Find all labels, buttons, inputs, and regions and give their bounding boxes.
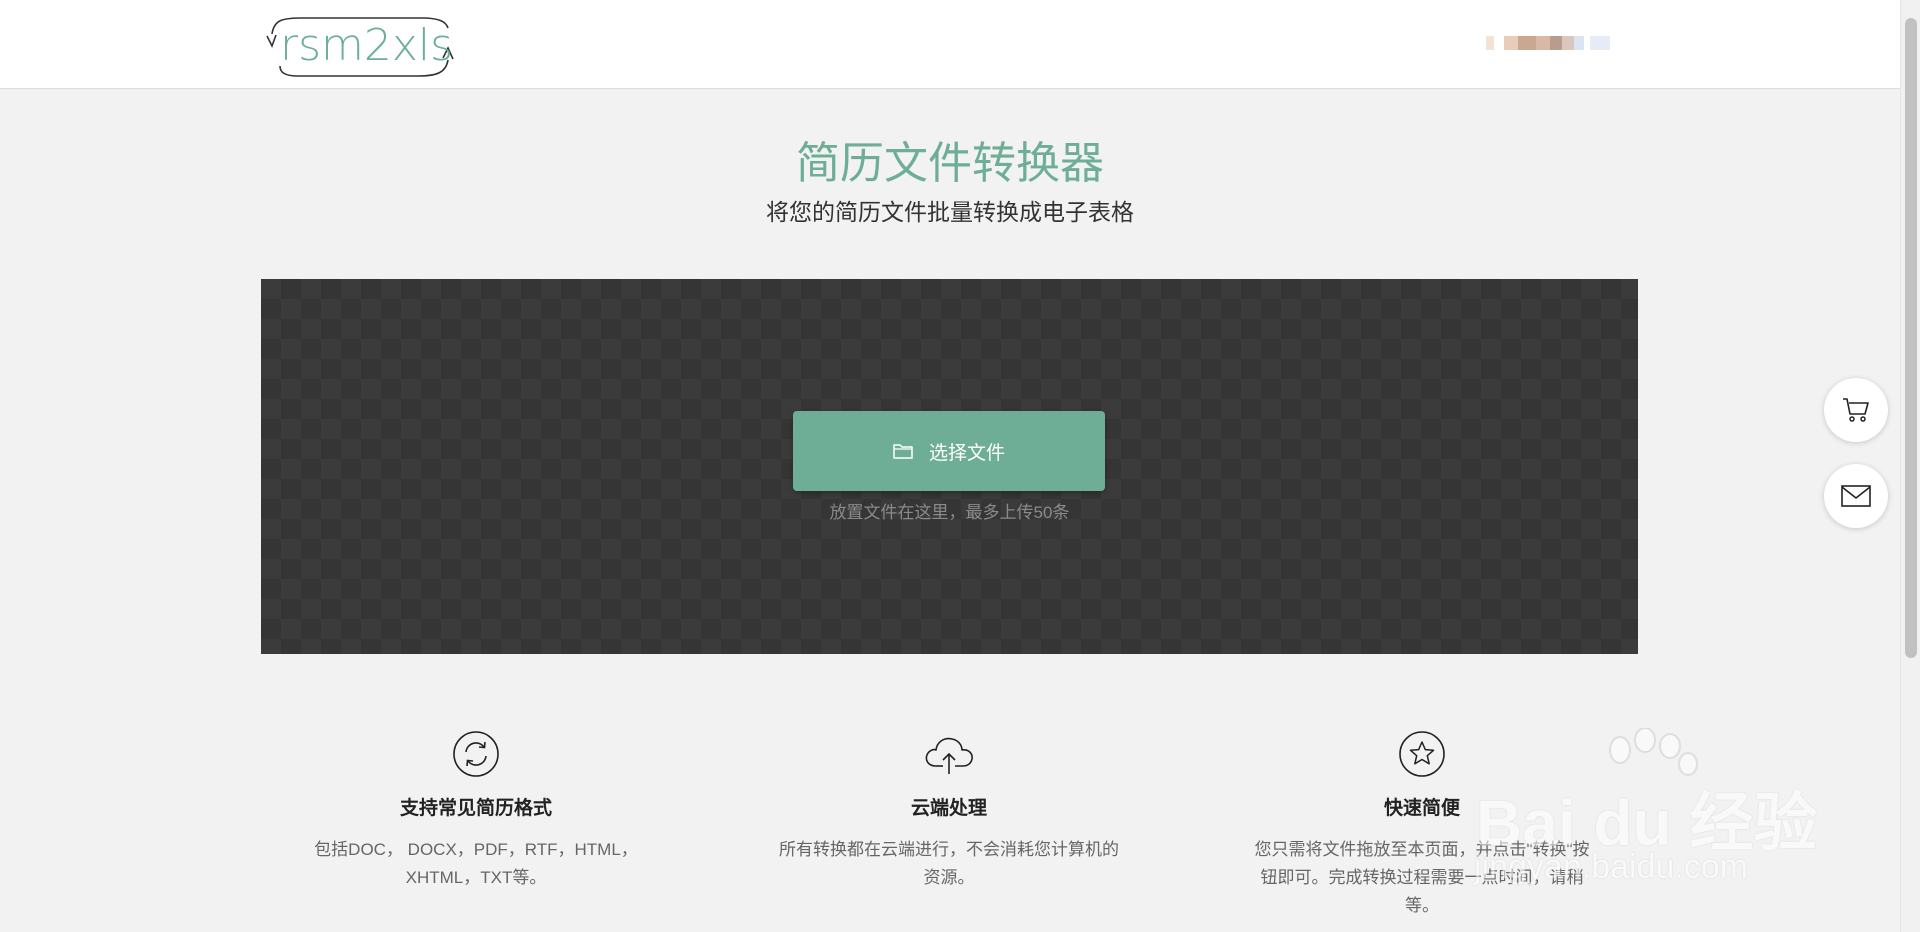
page-scrollbar[interactable] [1900, 0, 1920, 932]
feature-description: 您只需将文件拖放至本页面，并点击"转换"按钮即可。完成转换过程需要一点时间，请稍… [1254, 840, 1590, 915]
feature-title: 云端处理 [910, 798, 987, 819]
cart-button[interactable] [1824, 378, 1888, 442]
feature-description: 所有转换都在云端进行，不会消耗您计算机的资源。 [779, 840, 1119, 887]
folder-icon [893, 444, 913, 459]
feature-description: 包括DOC， DOCX，PDF，RTF，HTML，XHTML，TXT等。 [314, 840, 638, 887]
cloud-upload-icon [925, 737, 973, 774]
dropzone-hint: 放置文件在这里，最多上传50条 [829, 503, 1070, 522]
file-dropzone[interactable]: 选择文件 放置文件在这里，最多上传50条 [261, 279, 1638, 654]
page-title: 简历文件转换器 [796, 139, 1104, 188]
feature-title: 快速简便 [1383, 798, 1460, 819]
mail-icon [1841, 485, 1871, 507]
refresh-icon [453, 731, 499, 777]
top-header: rsm2xls [0, 0, 1900, 89]
feature-cloud: 云端处理 所有转换都在云端进行，不会消耗您计算机的资源。 [749, 728, 1149, 892]
cart-icon [1843, 398, 1869, 422]
feature-title: 支持常见简历格式 [399, 798, 552, 819]
logo[interactable]: rsm2xls [262, 16, 458, 78]
scrollbar-thumb[interactable] [1905, 18, 1917, 658]
user-account-blurred[interactable] [1486, 30, 1610, 56]
select-file-button[interactable]: 选择文件 [793, 411, 1105, 491]
star-icon [1399, 731, 1445, 777]
mail-button[interactable] [1824, 464, 1888, 528]
select-file-label: 选择文件 [928, 442, 1005, 464]
page-subtitle: 将您的简历文件批量转换成电子表格 [766, 199, 1134, 225]
feature-fast: 快速简便 您只需将文件拖放至本页面，并点击"转换"按钮即可。完成转换过程需要一点… [1222, 728, 1622, 920]
logo-text: rsm2xls [280, 20, 454, 71]
feature-formats: 支持常见简历格式 包括DOC， DOCX，PDF，RTF，HTML，XHTML，… [276, 728, 676, 892]
